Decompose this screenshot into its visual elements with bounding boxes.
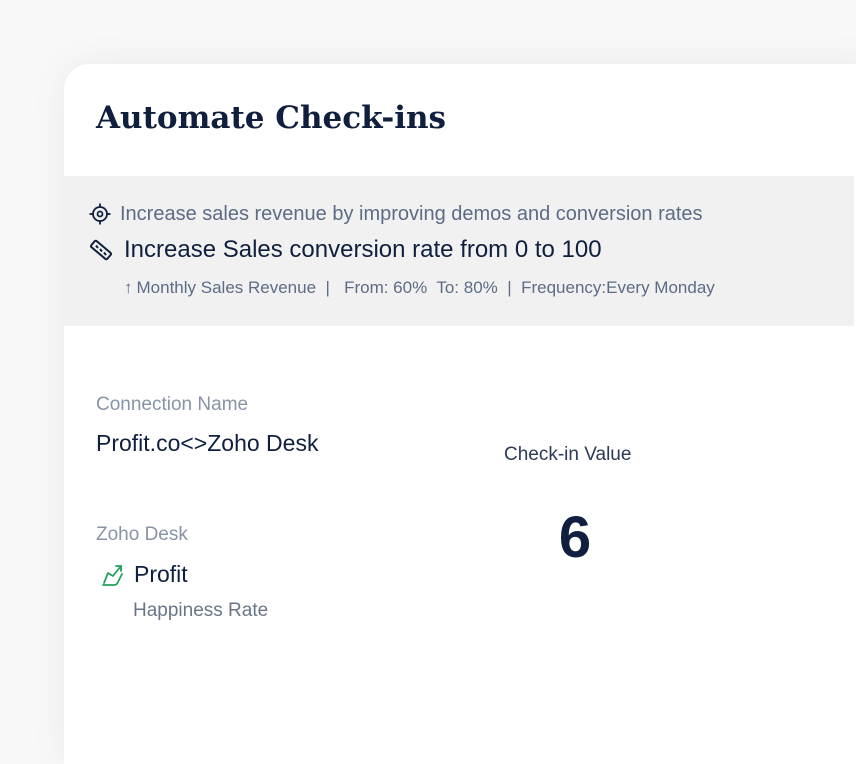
automate-checkins-card: Automate Check-ins Increase sales revenu… — [64, 64, 856, 764]
source-name: Profit — [134, 560, 188, 587]
key-result-meta-text: Monthly Sales Revenue | From: 60% To: 80… — [136, 278, 715, 297]
up-arrow-icon: ↑ — [124, 278, 133, 297]
checkin-value-label: Check-in Value — [504, 444, 632, 465]
checkin-value: 6 — [558, 505, 592, 570]
key-result-meta: ↑ Monthly Sales Revenue | From: 60% To: … — [124, 276, 715, 300]
card-title: Automate Check-ins — [96, 100, 446, 136]
objective-row: Increase sales revenue by improving demo… — [88, 200, 703, 228]
profit-chart-icon — [100, 561, 126, 587]
target-icon — [88, 202, 112, 226]
connection-name-value: Profit.co<>Zoho Desk — [96, 430, 319, 456]
objective-text: Increase sales revenue by improving demo… — [120, 202, 703, 225]
connection-name-label: Connection Name — [96, 394, 249, 415]
source-metric: Happiness Rate — [133, 600, 269, 621]
source-label: Zoho Desk — [96, 524, 188, 545]
source-row: Profit — [100, 558, 188, 590]
objective-panel: Increase sales revenue by improving demo… — [64, 176, 854, 326]
key-result-row: Increase Sales conversion rate from 0 to… — [88, 234, 602, 266]
key-result-text: Increase Sales conversion rate from 0 to… — [124, 236, 602, 263]
ruler-icon — [88, 237, 114, 263]
